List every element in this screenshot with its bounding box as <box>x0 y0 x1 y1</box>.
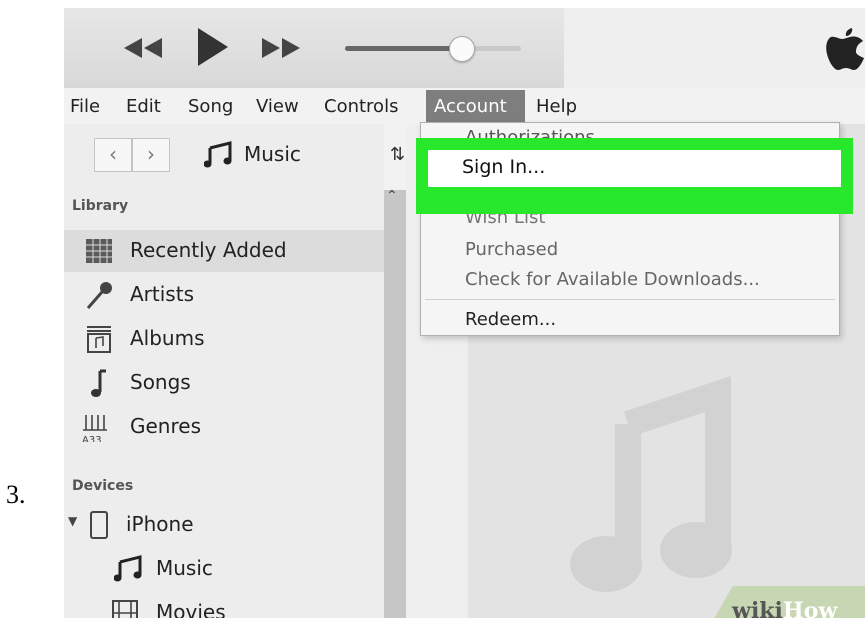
sidebar-item-label: Movies <box>156 600 226 618</box>
menu-bar: File Edit Song View Controls Account Hel… <box>64 88 865 124</box>
sidebar-item-artists[interactable]: Artists <box>64 274 384 316</box>
lcd-area <box>564 8 865 88</box>
sidebar-item-label: Genres <box>130 414 201 438</box>
sidebar-item-iphone[interactable]: ▼ iPhone <box>64 504 384 546</box>
menu-item-check-downloads[interactable]: Check for Available Downloads... <box>465 269 760 290</box>
sidebar-item-genres[interactable]: A33 Genres <box>64 406 384 448</box>
sidebar-scrollbar[interactable] <box>384 190 406 618</box>
rewind-icon[interactable] <box>122 36 164 60</box>
menu-account-label: Account <box>434 96 507 117</box>
menu-item-sign-in[interactable]: Sign In... <box>428 150 841 187</box>
sidebar-item-device-music[interactable]: Music <box>64 548 384 590</box>
step-number: 3. <box>6 480 26 509</box>
sign-in-label: Sign In... <box>462 156 546 178</box>
volume-slider[interactable] <box>345 46 521 51</box>
menu-item-redeem[interactable]: Redeem... <box>465 309 556 330</box>
film-icon <box>112 600 138 618</box>
itunes-window: File Edit Song View Controls Account Hel… <box>64 8 865 618</box>
fast-forward-icon[interactable] <box>260 36 302 60</box>
menu-view[interactable]: View <box>256 96 299 117</box>
menu-help[interactable]: Help <box>536 96 577 117</box>
note-icon <box>91 369 106 397</box>
menu-item-purchased[interactable]: Purchased <box>465 239 558 260</box>
apple-logo-icon <box>826 28 864 70</box>
watermark-how: How <box>782 598 838 618</box>
disclosure-triangle-icon[interactable]: ▼ <box>68 514 77 528</box>
sidebar: ‹ › Music ⇅ Library Recently Added Artis… <box>64 124 405 618</box>
library-heading: Library <box>72 198 129 214</box>
music-note-icon <box>204 141 232 168</box>
forward-button[interactable]: › <box>132 138 170 172</box>
album-icon <box>87 326 111 353</box>
genres-icon: A33 <box>82 415 107 442</box>
volume-fill <box>345 46 462 51</box>
sidebar-item-albums[interactable]: Albums <box>64 318 384 360</box>
sidebar-item-device-movies[interactable]: Movies <box>64 592 384 618</box>
back-button[interactable]: ‹ <box>94 138 132 172</box>
svg-text:A33: A33 <box>82 435 102 442</box>
grid-icon <box>86 239 112 263</box>
media-kind-label: Music <box>244 142 301 166</box>
sidebar-item-label: Music <box>156 556 213 580</box>
sidebar-item-label: Artists <box>130 282 194 306</box>
menu-file[interactable]: File <box>70 96 100 117</box>
menu-controls[interactable]: Controls <box>324 96 398 117</box>
iphone-icon <box>90 511 108 539</box>
navigation-row: ‹ › Music ⇅ <box>64 124 405 184</box>
watermark-wiki: wiki <box>732 598 783 618</box>
microphone-icon <box>86 282 112 309</box>
play-icon[interactable] <box>196 26 230 68</box>
sidebar-item-label: iPhone <box>126 512 194 536</box>
menu-edit[interactable]: Edit <box>126 96 161 117</box>
menu-account[interactable]: Account <box>426 90 525 122</box>
menu-song[interactable]: Song <box>188 96 233 117</box>
sidebar-item-label: Albums <box>130 326 205 350</box>
devices-heading: Devices <box>72 478 134 494</box>
scroll-up-arrow-icon[interactable]: ⌃ <box>386 188 398 204</box>
sidebar-item-recently-added[interactable]: Recently Added <box>64 230 384 272</box>
playback-toolbar <box>64 8 865 88</box>
highlight-box: Sign In... <box>416 138 853 214</box>
placeholder-note-icon <box>570 375 732 592</box>
volume-knob[interactable] <box>449 36 476 62</box>
sidebar-item-songs[interactable]: Songs <box>64 362 384 404</box>
menu-separator <box>425 299 835 300</box>
select-arrows-icon[interactable]: ⇅ <box>390 144 405 165</box>
sidebar-item-label: Songs <box>130 370 191 394</box>
watermark: wikiHow <box>732 598 837 618</box>
music-note-icon <box>114 555 142 582</box>
sidebar-item-label: Recently Added <box>130 238 287 262</box>
